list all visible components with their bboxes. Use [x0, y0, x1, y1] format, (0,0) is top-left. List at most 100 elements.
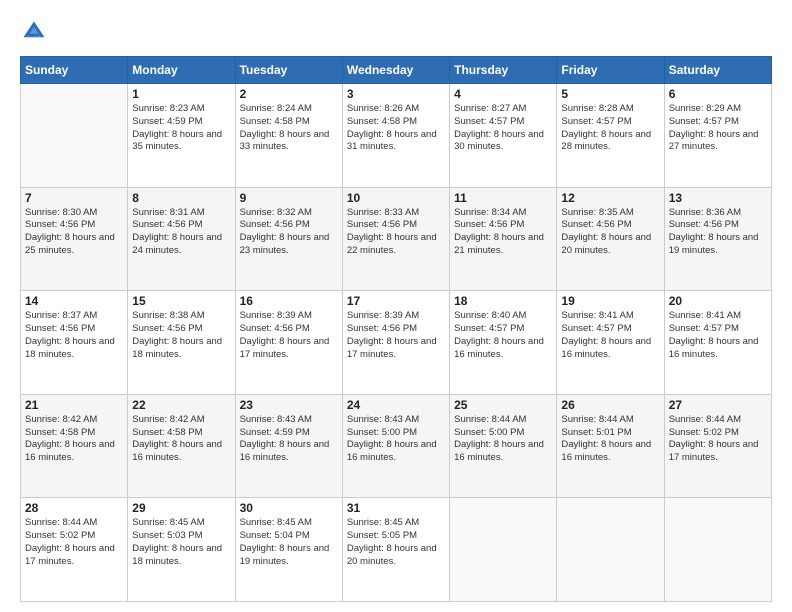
day-info: Sunrise: 8:36 AMSunset: 4:56 PMDaylight:… [669, 207, 767, 258]
day-info: Sunrise: 8:40 AMSunset: 4:57 PMDaylight:… [454, 310, 552, 361]
day-number: 4 [454, 87, 552, 101]
weekday-header-row: SundayMondayTuesdayWednesdayThursdayFrid… [21, 57, 772, 84]
weekday-header-sunday: Sunday [21, 57, 128, 84]
day-info: Sunrise: 8:33 AMSunset: 4:56 PMDaylight:… [347, 207, 445, 258]
page: SundayMondayTuesdayWednesdayThursdayFrid… [0, 0, 792, 612]
calendar-cell: 5 Sunrise: 8:28 AMSunset: 4:57 PMDaylight… [557, 84, 664, 188]
day-number: 10 [347, 191, 445, 205]
day-info: Sunrise: 8:38 AMSunset: 4:56 PMDaylight:… [132, 310, 230, 361]
calendar-cell: 7Sunrise: 8:30 AMSunset: 4:56 PMDaylight… [21, 187, 128, 291]
day-number: 19 [561, 294, 659, 308]
day-info: Sunrise: 8:44 AMSunset: 5:00 PMDaylight:… [454, 414, 552, 465]
day-info: Sunrise: 8:42 AMSunset: 4:58 PMDaylight:… [132, 414, 230, 465]
day-number: 13 [669, 191, 767, 205]
day-number: 3 [347, 87, 445, 101]
calendar-cell [557, 498, 664, 602]
calendar-cell [21, 84, 128, 188]
logo-icon [20, 18, 48, 46]
calendar-cell: 10 Sunrise: 8:33 AMSunset: 4:56 PMDayligh… [342, 187, 449, 291]
day-info: Sunrise: 8:45 AMSunset: 5:05 PMDaylight:… [347, 517, 445, 568]
day-info: Sunrise: 8:23 AMSunset: 4:59 PMDaylight:… [132, 103, 230, 154]
day-number: 12 [561, 191, 659, 205]
day-number: 9 [240, 191, 338, 205]
day-number: 26 [561, 398, 659, 412]
day-info: Sunrise: 8:24 AMSunset: 4:58 PMDaylight:… [240, 103, 338, 154]
day-number: 30 [240, 501, 338, 515]
calendar-cell: 11Sunrise: 8:34 AMSunset: 4:56 PMDayligh… [450, 187, 557, 291]
day-info: Sunrise: 8:44 AMSunset: 5:01 PMDaylight:… [561, 414, 659, 465]
day-info: Sunrise: 8:29 AMSunset: 4:57 PMDaylight:… [669, 103, 767, 154]
day-info: Sunrise: 8:35 AMSunset: 4:56 PMDaylight:… [561, 207, 659, 258]
day-number: 25 [454, 398, 552, 412]
calendar-week-row-5: 28Sunrise: 8:44 AMSunset: 5:02 PMDayligh… [21, 498, 772, 602]
day-number: 27 [669, 398, 767, 412]
header [20, 18, 772, 46]
calendar-cell: 20 Sunrise: 8:41 AMSunset: 4:57 PMDayligh… [664, 291, 771, 395]
day-info: Sunrise: 8:43 AMSunset: 5:00 PMDaylight:… [347, 414, 445, 465]
calendar-cell: 26 Sunrise: 8:44 AMSunset: 5:01 PMDayligh… [557, 394, 664, 498]
day-number: 23 [240, 398, 338, 412]
calendar-cell: 3 Sunrise: 8:26 AMSunset: 4:58 PMDaylight… [342, 84, 449, 188]
day-info: Sunrise: 8:27 AMSunset: 4:57 PMDaylight:… [454, 103, 552, 154]
day-info: Sunrise: 8:39 AMSunset: 4:56 PMDaylight:… [240, 310, 338, 361]
calendar-cell: 18 Sunrise: 8:40 AMSunset: 4:57 PMDayligh… [450, 291, 557, 395]
day-info: Sunrise: 8:45 AMSunset: 5:04 PMDaylight:… [240, 517, 338, 568]
day-number: 2 [240, 87, 338, 101]
weekday-header-wednesday: Wednesday [342, 57, 449, 84]
calendar-cell: 17 Sunrise: 8:39 AMSunset: 4:56 PMDayligh… [342, 291, 449, 395]
day-number: 8 [132, 191, 230, 205]
calendar-cell: 12 Sunrise: 8:35 AMSunset: 4:56 PMDayligh… [557, 187, 664, 291]
day-number: 31 [347, 501, 445, 515]
calendar-cell: 25 Sunrise: 8:44 AMSunset: 5:00 PMDayligh… [450, 394, 557, 498]
day-info: Sunrise: 8:30 AMSunset: 4:56 PMDaylight:… [25, 207, 123, 258]
day-info: Sunrise: 8:31 AMSunset: 4:56 PMDaylight:… [132, 207, 230, 258]
day-number: 1 [132, 87, 230, 101]
calendar-cell: 4 Sunrise: 8:27 AMSunset: 4:57 PMDaylight… [450, 84, 557, 188]
weekday-header-monday: Monday [128, 57, 235, 84]
day-number: 5 [561, 87, 659, 101]
day-info: Sunrise: 8:44 AMSunset: 5:02 PMDaylight:… [669, 414, 767, 465]
day-info: Sunrise: 8:32 AMSunset: 4:56 PMDaylight:… [240, 207, 338, 258]
day-number: 22 [132, 398, 230, 412]
day-info: Sunrise: 8:41 AMSunset: 4:57 PMDaylight:… [669, 310, 767, 361]
day-info: Sunrise: 8:34 AMSunset: 4:56 PMDaylight:… [454, 207, 552, 258]
day-number: 14 [25, 294, 123, 308]
day-info: Sunrise: 8:26 AMSunset: 4:58 PMDaylight:… [347, 103, 445, 154]
calendar-cell: 14Sunrise: 8:37 AMSunset: 4:56 PMDayligh… [21, 291, 128, 395]
calendar-cell: 31 Sunrise: 8:45 AMSunset: 5:05 PMDayligh… [342, 498, 449, 602]
day-number: 18 [454, 294, 552, 308]
calendar-cell [450, 498, 557, 602]
day-info: Sunrise: 8:43 AMSunset: 4:59 PMDaylight:… [240, 414, 338, 465]
day-number: 20 [669, 294, 767, 308]
calendar-cell: 28Sunrise: 8:44 AMSunset: 5:02 PMDayligh… [21, 498, 128, 602]
calendar-cell: 27 Sunrise: 8:44 AMSunset: 5:02 PMDayligh… [664, 394, 771, 498]
day-info: Sunrise: 8:28 AMSunset: 4:57 PMDaylight:… [561, 103, 659, 154]
day-number: 6 [669, 87, 767, 101]
calendar-cell: 13 Sunrise: 8:36 AMSunset: 4:56 PMDayligh… [664, 187, 771, 291]
day-number: 17 [347, 294, 445, 308]
calendar-cell: 1 Sunrise: 8:23 AMSunset: 4:59 PMDaylight… [128, 84, 235, 188]
day-number: 29 [132, 501, 230, 515]
calendar-cell: 22 Sunrise: 8:42 AMSunset: 4:58 PMDayligh… [128, 394, 235, 498]
day-info: Sunrise: 8:45 AMSunset: 5:03 PMDaylight:… [132, 517, 230, 568]
calendar-cell: 9 Sunrise: 8:32 AMSunset: 4:56 PMDaylight… [235, 187, 342, 291]
calendar-cell: 2 Sunrise: 8:24 AMSunset: 4:58 PMDaylight… [235, 84, 342, 188]
calendar-cell: 16Sunrise: 8:39 AMSunset: 4:56 PMDayligh… [235, 291, 342, 395]
calendar-cell: 8 Sunrise: 8:31 AMSunset: 4:56 PMDaylight… [128, 187, 235, 291]
day-info: Sunrise: 8:41 AMSunset: 4:57 PMDaylight:… [561, 310, 659, 361]
calendar-week-row-2: 7Sunrise: 8:30 AMSunset: 4:56 PMDaylight… [21, 187, 772, 291]
day-number: 15 [132, 294, 230, 308]
calendar-cell: 23 Sunrise: 8:43 AMSunset: 4:59 PMDayligh… [235, 394, 342, 498]
calendar-cell: 30 Sunrise: 8:45 AMSunset: 5:04 PMDayligh… [235, 498, 342, 602]
weekday-header-tuesday: Tuesday [235, 57, 342, 84]
calendar-week-row-4: 21 Sunrise: 8:42 AMSunset: 4:58 PMDayligh… [21, 394, 772, 498]
day-info: Sunrise: 8:42 AMSunset: 4:58 PMDaylight:… [25, 414, 123, 465]
calendar-table: SundayMondayTuesdayWednesdayThursdayFrid… [20, 56, 772, 602]
day-number: 28 [25, 501, 123, 515]
weekday-header-thursday: Thursday [450, 57, 557, 84]
day-info: Sunrise: 8:39 AMSunset: 4:56 PMDaylight:… [347, 310, 445, 361]
calendar-cell [664, 498, 771, 602]
weekday-header-friday: Friday [557, 57, 664, 84]
calendar-week-row-1: 1 Sunrise: 8:23 AMSunset: 4:59 PMDaylight… [21, 84, 772, 188]
day-number: 21 [25, 398, 123, 412]
